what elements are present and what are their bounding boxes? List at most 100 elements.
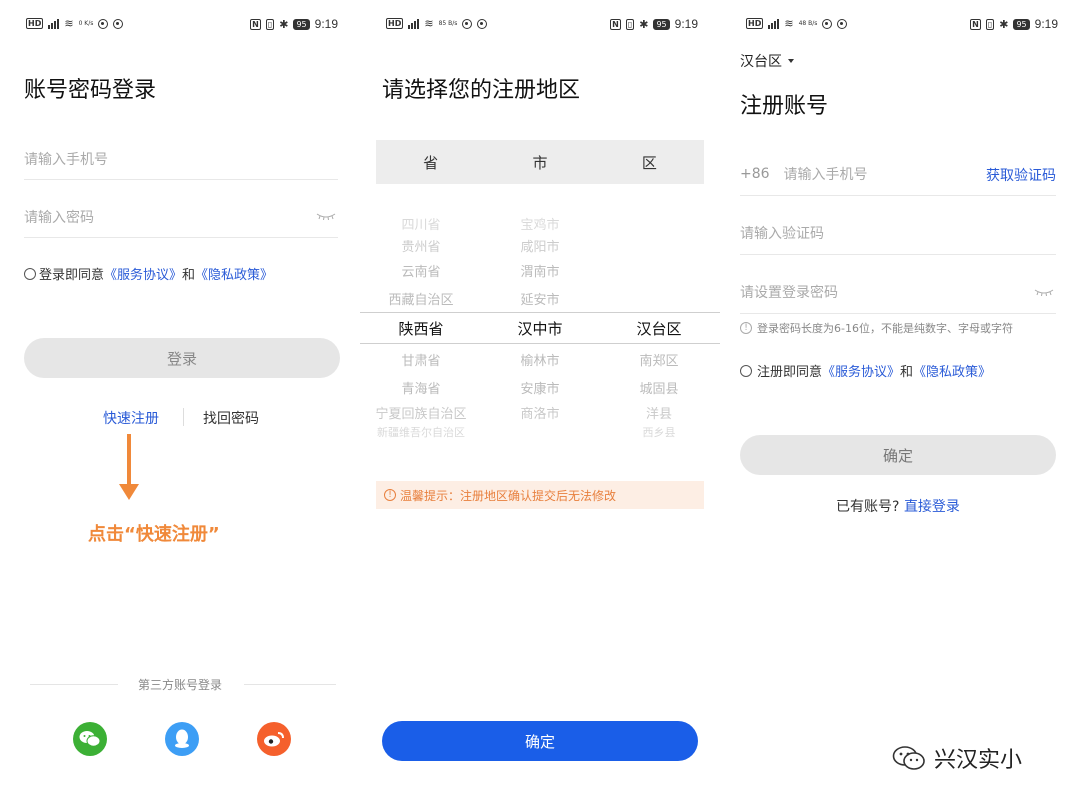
find-password-link[interactable]: 找回密码 [203,408,259,428]
picker-header: 省 市 区 [376,140,704,184]
wheel-item[interactable]: 榆林市 [485,350,595,369]
country-code[interactable]: +86 [740,166,770,182]
district-wheel[interactable]: 汉台区 南郑区 城固县 洋县 西乡县 [604,200,714,445]
region-label: 汉台区 [740,54,782,70]
wheel-item[interactable]: 新疆维吾尔自治区 [366,424,476,440]
privacy-policy-link[interactable]: 《隐私政策》 [195,264,273,283]
wheel-item-selected[interactable]: 陕西省 [366,318,476,339]
privacy-policy-link[interactable]: 《隐私政策》 [913,361,991,380]
wheel-item[interactable]: 西藏自治区 [366,289,476,308]
agree-radio[interactable] [24,267,36,280]
vibrate-icon: ▯ [985,18,995,30]
nfc-icon: N [250,18,261,30]
nfc-icon: N [610,18,621,30]
wheel-item[interactable]: 宝鸡市 [485,214,595,233]
weibo-icon[interactable] [257,722,291,756]
selection-line-bottom [360,343,720,344]
watermark: 兴汉实小 [892,742,1022,774]
wheel-item[interactable]: 商洛市 [485,403,595,422]
confirm-button[interactable]: 确定 [740,435,1056,475]
password-input[interactable]: 请输入密码 [24,196,338,238]
region-selector[interactable]: 汉台区 [740,51,794,71]
register-screen: HD ≋ 48 B/s N ▯ ✱ 95 9:19 汉台区 注册账号 +86 请… [720,0,1080,810]
info-icon: ! [740,322,752,334]
sync-icon [462,18,473,29]
signal-icon [408,18,420,29]
region-picker-screen: HD ≋ 85 B/s N ▯ ✱ 95 9:19 请选择您的注册地区 省 市 … [360,0,720,810]
wheel-item[interactable]: 青海省 [366,378,476,397]
location-icon [837,18,848,29]
caret-down-icon [788,59,794,63]
battery-icon: 95 [653,18,670,30]
phone-input[interactable]: 请输入手机号 [24,138,338,180]
hd-icon: HD [26,18,44,29]
page-title: 注册账号 [740,94,829,119]
wechat-logo-icon [892,746,925,770]
confirm-button[interactable]: 确定 [382,721,698,761]
header-district: 区 [641,153,657,172]
wheel-item[interactable]: 安康市 [485,378,595,397]
password-placeholder: 请设置登录密码 [740,284,838,301]
wheel-item[interactable]: 四川省 [366,214,476,233]
page-title: 请选择您的注册地区 [382,78,581,103]
wheel-item[interactable]: 南郑区 [604,350,714,369]
header-province: 省 [423,153,439,172]
agree-text: 登录即同意 [39,268,105,283]
password-input[interactable]: 请设置登录密码 [740,270,1056,314]
clock: 9:19 [1034,17,1058,31]
wechat-icon[interactable] [73,722,107,756]
code-input[interactable]: 请输入验证码 [740,211,1056,255]
agree-radio[interactable] [740,364,752,377]
wheel-item[interactable]: 西乡县 [604,424,714,440]
wifi-icon: ≋ [424,17,434,30]
page-title: 账号密码登录 [24,78,157,103]
direct-login-link[interactable]: 直接登录 [904,499,960,515]
wheel-item[interactable]: 宁夏回族自治区 [366,403,476,422]
divider [183,408,184,426]
hd-icon: HD [746,18,764,29]
hd-icon: HD [386,18,404,29]
login-button[interactable]: 登录 [24,338,340,378]
signal-icon [48,18,60,29]
watermark-text: 兴汉实小 [934,748,1023,773]
wheel-item[interactable]: 洋县 [604,403,714,422]
wheel-item-selected[interactable]: 汉中市 [485,318,595,339]
bluetooth-icon: ✱ [999,17,1009,31]
and-text: 和 [900,365,914,380]
header-city: 市 [532,153,548,172]
phone-input[interactable]: +86 请输入手机号 获取验证码 [740,152,1056,196]
service-agreement-link[interactable]: 《服务协议》 [822,361,900,380]
wheel-item[interactable]: 渭南市 [485,261,595,280]
eye-closed-icon[interactable] [316,212,336,220]
location-icon [477,18,488,29]
wheel-item[interactable]: 贵州省 [366,236,476,255]
wheel-item[interactable]: 延安市 [485,289,595,308]
wheel-item[interactable]: 甘肃省 [366,350,476,369]
wheel-item-selected[interactable]: 汉台区 [604,318,714,339]
and-text: 和 [182,268,196,283]
agreement-row: 登录即同意 《服务协议》 和 《隐私政策》 [24,264,273,283]
selection-line-top [360,312,720,313]
get-code-button[interactable]: 获取验证码 [986,165,1056,185]
city-wheel[interactable]: 宝鸡市 咸阳市 渭南市 延安市 汉中市 榆林市 安康市 商洛市 [485,200,595,445]
province-wheel[interactable]: 四川省 贵州省 云南省 西藏自治区 陕西省 甘肃省 青海省 宁夏回族自治区 新疆… [366,200,476,445]
phone-placeholder: 请输入手机号 [783,166,868,183]
qq-icon[interactable] [165,722,199,756]
tip-text: 温馨提示：注册地区确认提交后无法修改 [400,488,617,503]
service-agreement-link[interactable]: 《服务协议》 [104,264,182,283]
wifi-icon: ≋ [64,17,74,30]
status-bar: HD ≋ 0 K/s N ▯ ✱ 95 9:19 [26,17,338,35]
clock: 9:19 [674,17,698,31]
status-bar: HD ≋ 85 B/s N ▯ ✱ 95 9:19 [386,17,698,35]
wheel-item[interactable]: 咸阳市 [485,236,595,255]
eye-closed-icon[interactable] [1034,288,1054,296]
wheel-item[interactable]: 城固县 [604,378,714,397]
hint-text: 登录密码长度为6-16位，不能是纯数字、字母或字符 [757,322,1013,335]
sync-icon [822,18,833,29]
sync-icon [98,18,109,29]
agreement-row: 注册即同意 《服务协议》 和 《隐私政策》 [740,361,991,380]
divider-right [244,684,336,685]
quick-register-link[interactable]: 快速注册 [103,408,159,428]
battery-icon: 95 [1013,18,1030,30]
wheel-item[interactable]: 云南省 [366,261,476,280]
